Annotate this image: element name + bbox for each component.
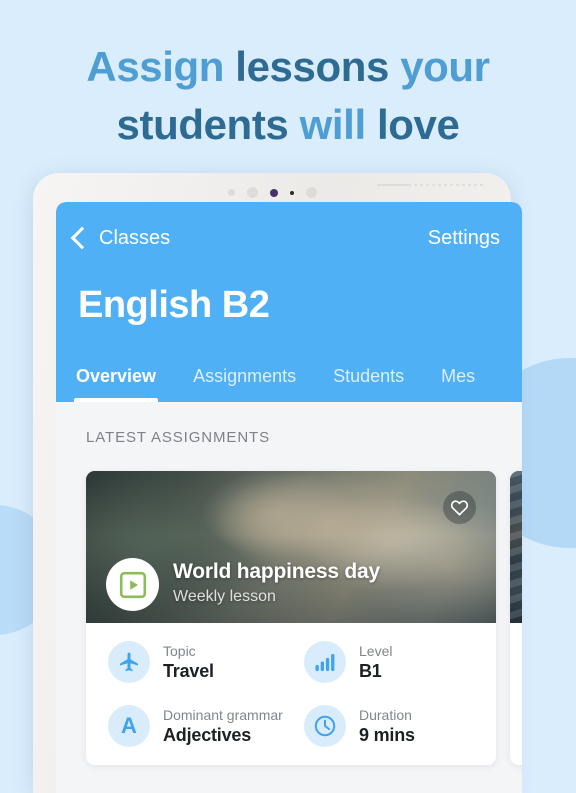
tablet-sensor-array [33,187,511,198]
front-camera-icon [269,188,278,197]
sensor-dot-icon [227,189,235,196]
assignment-card-overlay: World happiness day Weekly lesson [106,558,380,611]
assignment-meta-row: A Dominant grammar Adjectives Duration 9… [86,705,496,751]
sensor-dot-icon [305,187,317,198]
tab-assignments[interactable]: Assignments [193,366,296,402]
assignment-card[interactable]: World happiness day Weekly lesson Topic … [86,471,496,765]
back-button-label: Classes [99,226,171,249]
meta-text-level: Level B1 [359,643,392,682]
meta-item-topic: Topic Travel [108,641,304,683]
assignment-card-media: World happiness day Weekly lesson [86,471,496,623]
meta-label: Dominant grammar [163,706,283,723]
meta-item-level: Level B1 [304,641,496,683]
sensor-dot-icon [246,187,258,198]
meta-text-duration: Duration 9 mins [359,707,415,746]
meta-item-grammar: A Dominant grammar Adjectives [108,705,304,747]
airplane-icon-glyph [120,652,138,672]
assignment-cover-photo [510,471,522,623]
assignment-subtitle: Weekly lesson [173,588,276,605]
letter-a-glyph: A [121,713,137,738]
headline-word-assign: Assign [86,43,236,90]
heart-icon [450,500,469,516]
section-title-latest-assignments: LATEST ASSIGNMENTS [86,429,271,446]
meta-text-topic: Topic Travel [163,643,214,682]
meta-label: Level [359,642,393,659]
meta-value: B1 [359,660,382,681]
headline-word-students: students [116,101,300,148]
meta-label: Topic [163,642,196,659]
video-play-icon [106,558,159,611]
app-screen: Classes Settings English B2 Overview Ass… [56,202,522,793]
back-to-classes-button[interactable]: Classes [70,226,171,250]
assignment-meta-section [510,623,522,655]
assignment-meta-section: Topic Travel Level B1 A Dominant grammar… [86,623,496,765]
meta-text-grammar: Dominant grammar Adjectives [163,707,283,746]
headline-word-love: love [377,101,460,148]
meta-label: Duration [359,706,412,723]
tab-overview[interactable]: Overview [73,366,159,402]
clock-icon [304,705,346,747]
assignment-title: World happiness day [173,560,381,583]
tab-messages[interactable]: Mes [441,366,475,402]
video-play-icon-glyph [119,571,146,598]
meta-value: 9 mins [359,724,415,745]
assignment-meta-row: Topic Travel Level B1 [86,641,496,705]
assignment-card-text: World happiness day Weekly lesson [173,560,380,609]
assignment-card-media [510,471,522,623]
letter-a-icon: A [108,705,150,747]
tab-students[interactable]: Students [333,366,404,402]
meta-item-duration: Duration 9 mins [304,705,496,747]
headline-line-2: students will love [0,96,576,154]
page-headline: Assign lessons your students will love [0,38,576,154]
assignment-card-next-peek[interactable] [510,471,522,765]
headline-line-1: Assign lessons your [0,38,576,96]
content-area: LATEST ASSIGNMENTS World happiness day W… [56,402,522,793]
class-title: English B2 [78,284,270,326]
tab-bar: Overview Assignments Students Mes [56,366,522,402]
sensor-dot-icon [289,190,294,195]
settings-button[interactable]: Settings [428,227,500,250]
tablet-device-frame: Classes Settings English B2 Overview Ass… [33,173,522,793]
meta-value: Travel [163,660,214,681]
chevron-left-icon [70,226,94,249]
headline-word-lessons: lessons [235,43,401,90]
app-header: Classes Settings English B2 Overview Ass… [56,202,522,402]
meta-value: Adjectives [163,724,252,745]
speaker-grille-icon [377,184,483,186]
headline-word-your: your [400,43,490,90]
headline-word-will: will [299,101,377,148]
airplane-icon [108,641,150,683]
navigation-bar: Classes Settings [56,202,522,258]
bar-chart-icon-glyph [315,654,335,671]
bar-chart-icon [304,641,346,683]
favorite-button[interactable] [443,491,476,524]
assignment-card-carousel[interactable]: World happiness day Weekly lesson Topic … [86,471,522,765]
clock-icon-glyph [314,715,336,737]
